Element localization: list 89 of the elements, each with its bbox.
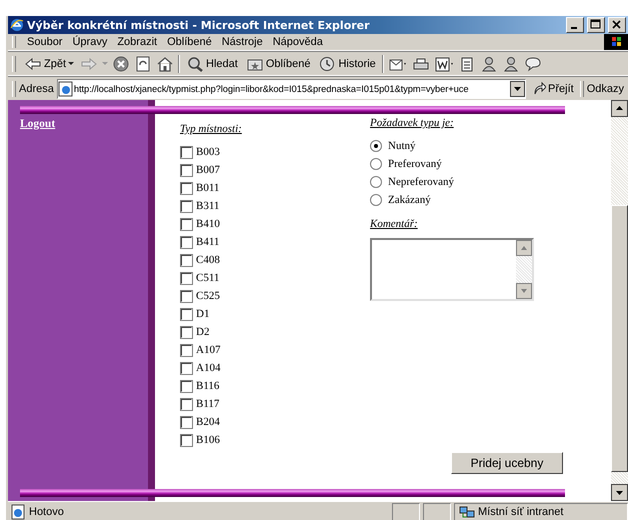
checkbox[interactable]	[180, 416, 193, 428]
checkbox[interactable]	[180, 254, 193, 266]
minimize-icon[interactable]	[566, 17, 584, 33]
zone-label: Místní síť intranet	[478, 506, 564, 518]
checkbox-label: C511	[196, 272, 220, 284]
checkbox[interactable]	[180, 218, 193, 230]
messenger-person-icon[interactable]	[480, 56, 498, 72]
checkbox[interactable]	[180, 308, 193, 320]
logout-link[interactable]: Logout	[20, 118, 56, 130]
section-heading: Typ místnosti:	[180, 123, 242, 135]
go-arrow-icon	[532, 80, 546, 96]
section-heading: Požadavek typu je:	[370, 117, 454, 129]
radio-button[interactable]	[370, 158, 382, 170]
checkbox[interactable]	[180, 434, 193, 446]
checkbox-label: B410	[196, 218, 220, 230]
checkbox[interactable]	[180, 344, 193, 356]
checkbox-label: B106	[196, 434, 220, 446]
address-label: Adresa	[19, 82, 54, 94]
checkbox[interactable]	[180, 398, 193, 410]
back-button[interactable]: Zpět	[22, 56, 76, 72]
history-button[interactable]: Historie	[316, 56, 378, 72]
checkbox-label: B003	[196, 146, 220, 158]
word-document-icon[interactable]	[434, 56, 454, 72]
checkbox-label: B007	[196, 164, 220, 176]
checkbox[interactable]	[180, 236, 193, 248]
radio-label: Zakázaný	[388, 194, 431, 206]
section-heading: Komentář:	[370, 218, 418, 230]
menu-item[interactable]: Soubor	[22, 36, 68, 48]
scrollbar-track[interactable]	[611, 472, 628, 484]
maximize-icon[interactable]	[587, 17, 605, 33]
checkbox-label: B204	[196, 416, 220, 428]
menu-item[interactable]: Nástroje	[216, 36, 268, 48]
checkbox-label: A104	[196, 362, 220, 374]
status-text: Hotovo	[29, 506, 65, 518]
radio-button[interactable]	[370, 140, 382, 152]
radio-button[interactable]	[370, 194, 382, 206]
home-icon[interactable]	[156, 56, 174, 72]
radio-label: Nutný	[388, 140, 416, 152]
printer-icon[interactable]	[412, 56, 430, 72]
checkbox[interactable]	[180, 362, 193, 374]
checkbox-label: B117	[196, 398, 220, 410]
search-icon	[186, 56, 204, 72]
go-button[interactable]: Přejít	[529, 80, 577, 96]
checkbox[interactable]	[180, 272, 193, 284]
back-arrow-icon	[24, 56, 42, 72]
messenger-person-icon[interactable]	[502, 56, 520, 72]
radio-button[interactable]	[370, 176, 382, 188]
scrollbar-thumb[interactable]	[611, 205, 628, 472]
checkbox[interactable]	[180, 200, 193, 212]
links-label[interactable]: Odkazy	[586, 82, 624, 94]
stop-icon[interactable]	[112, 56, 130, 72]
menu-item[interactable]: Oblíbené	[162, 36, 217, 48]
checkbox-label: C525	[196, 290, 220, 302]
status-pane	[392, 503, 420, 520]
checkbox[interactable]	[180, 146, 193, 158]
windows-flag-icon	[604, 34, 628, 50]
search-button[interactable]: Hledat	[184, 56, 240, 72]
status-pane	[423, 503, 451, 520]
menu-item[interactable]: Zobrazit	[112, 36, 162, 48]
page-icon	[58, 80, 74, 96]
scroll-down-icon[interactable]	[611, 484, 628, 501]
checkbox[interactable]	[180, 326, 193, 338]
dropdown-caret-icon	[68, 62, 74, 65]
checkbox-label: B011	[196, 182, 220, 194]
checkbox-label: D1	[196, 308, 210, 320]
checkbox-label: B411	[196, 236, 220, 248]
network-computers-icon	[459, 505, 475, 519]
address-field[interactable]: http://localhost/xjaneck/typmist.php?login=libor&kod=I015&prednaska=I015p01&typm=vyber+uce	[56, 78, 526, 98]
checkbox-label: C408	[196, 254, 220, 266]
checkbox-label: A107	[196, 344, 220, 356]
menu-item[interactable]: Nápověda	[268, 36, 328, 48]
favorites-button[interactable]: Oblíbené	[244, 56, 312, 72]
checkbox-label: D2	[196, 326, 210, 338]
speech-bubble-icon[interactable]	[524, 56, 542, 72]
radio-label: Preferovaný	[388, 158, 442, 170]
close-icon[interactable]	[608, 17, 626, 33]
add-classrooms-button[interactable]: Pridej ucebny	[451, 452, 563, 474]
checkbox[interactable]	[180, 380, 193, 392]
menu-item[interactable]: Úpravy	[67, 36, 112, 48]
checkbox[interactable]	[180, 290, 193, 302]
scroll-up-icon[interactable]	[611, 100, 628, 117]
refresh-icon[interactable]	[134, 56, 152, 72]
browser-logo-icon	[10, 18, 24, 32]
checkbox-label: B311	[196, 200, 220, 212]
radio-label: Nepreferovaný	[388, 176, 454, 188]
checkbox[interactable]	[180, 182, 193, 194]
checkbox-label: B116	[196, 380, 220, 392]
window-title: Výběr konkrétní místnosti - Microsoft Internet Explorer	[27, 18, 371, 32]
checkbox[interactable]	[180, 164, 193, 176]
